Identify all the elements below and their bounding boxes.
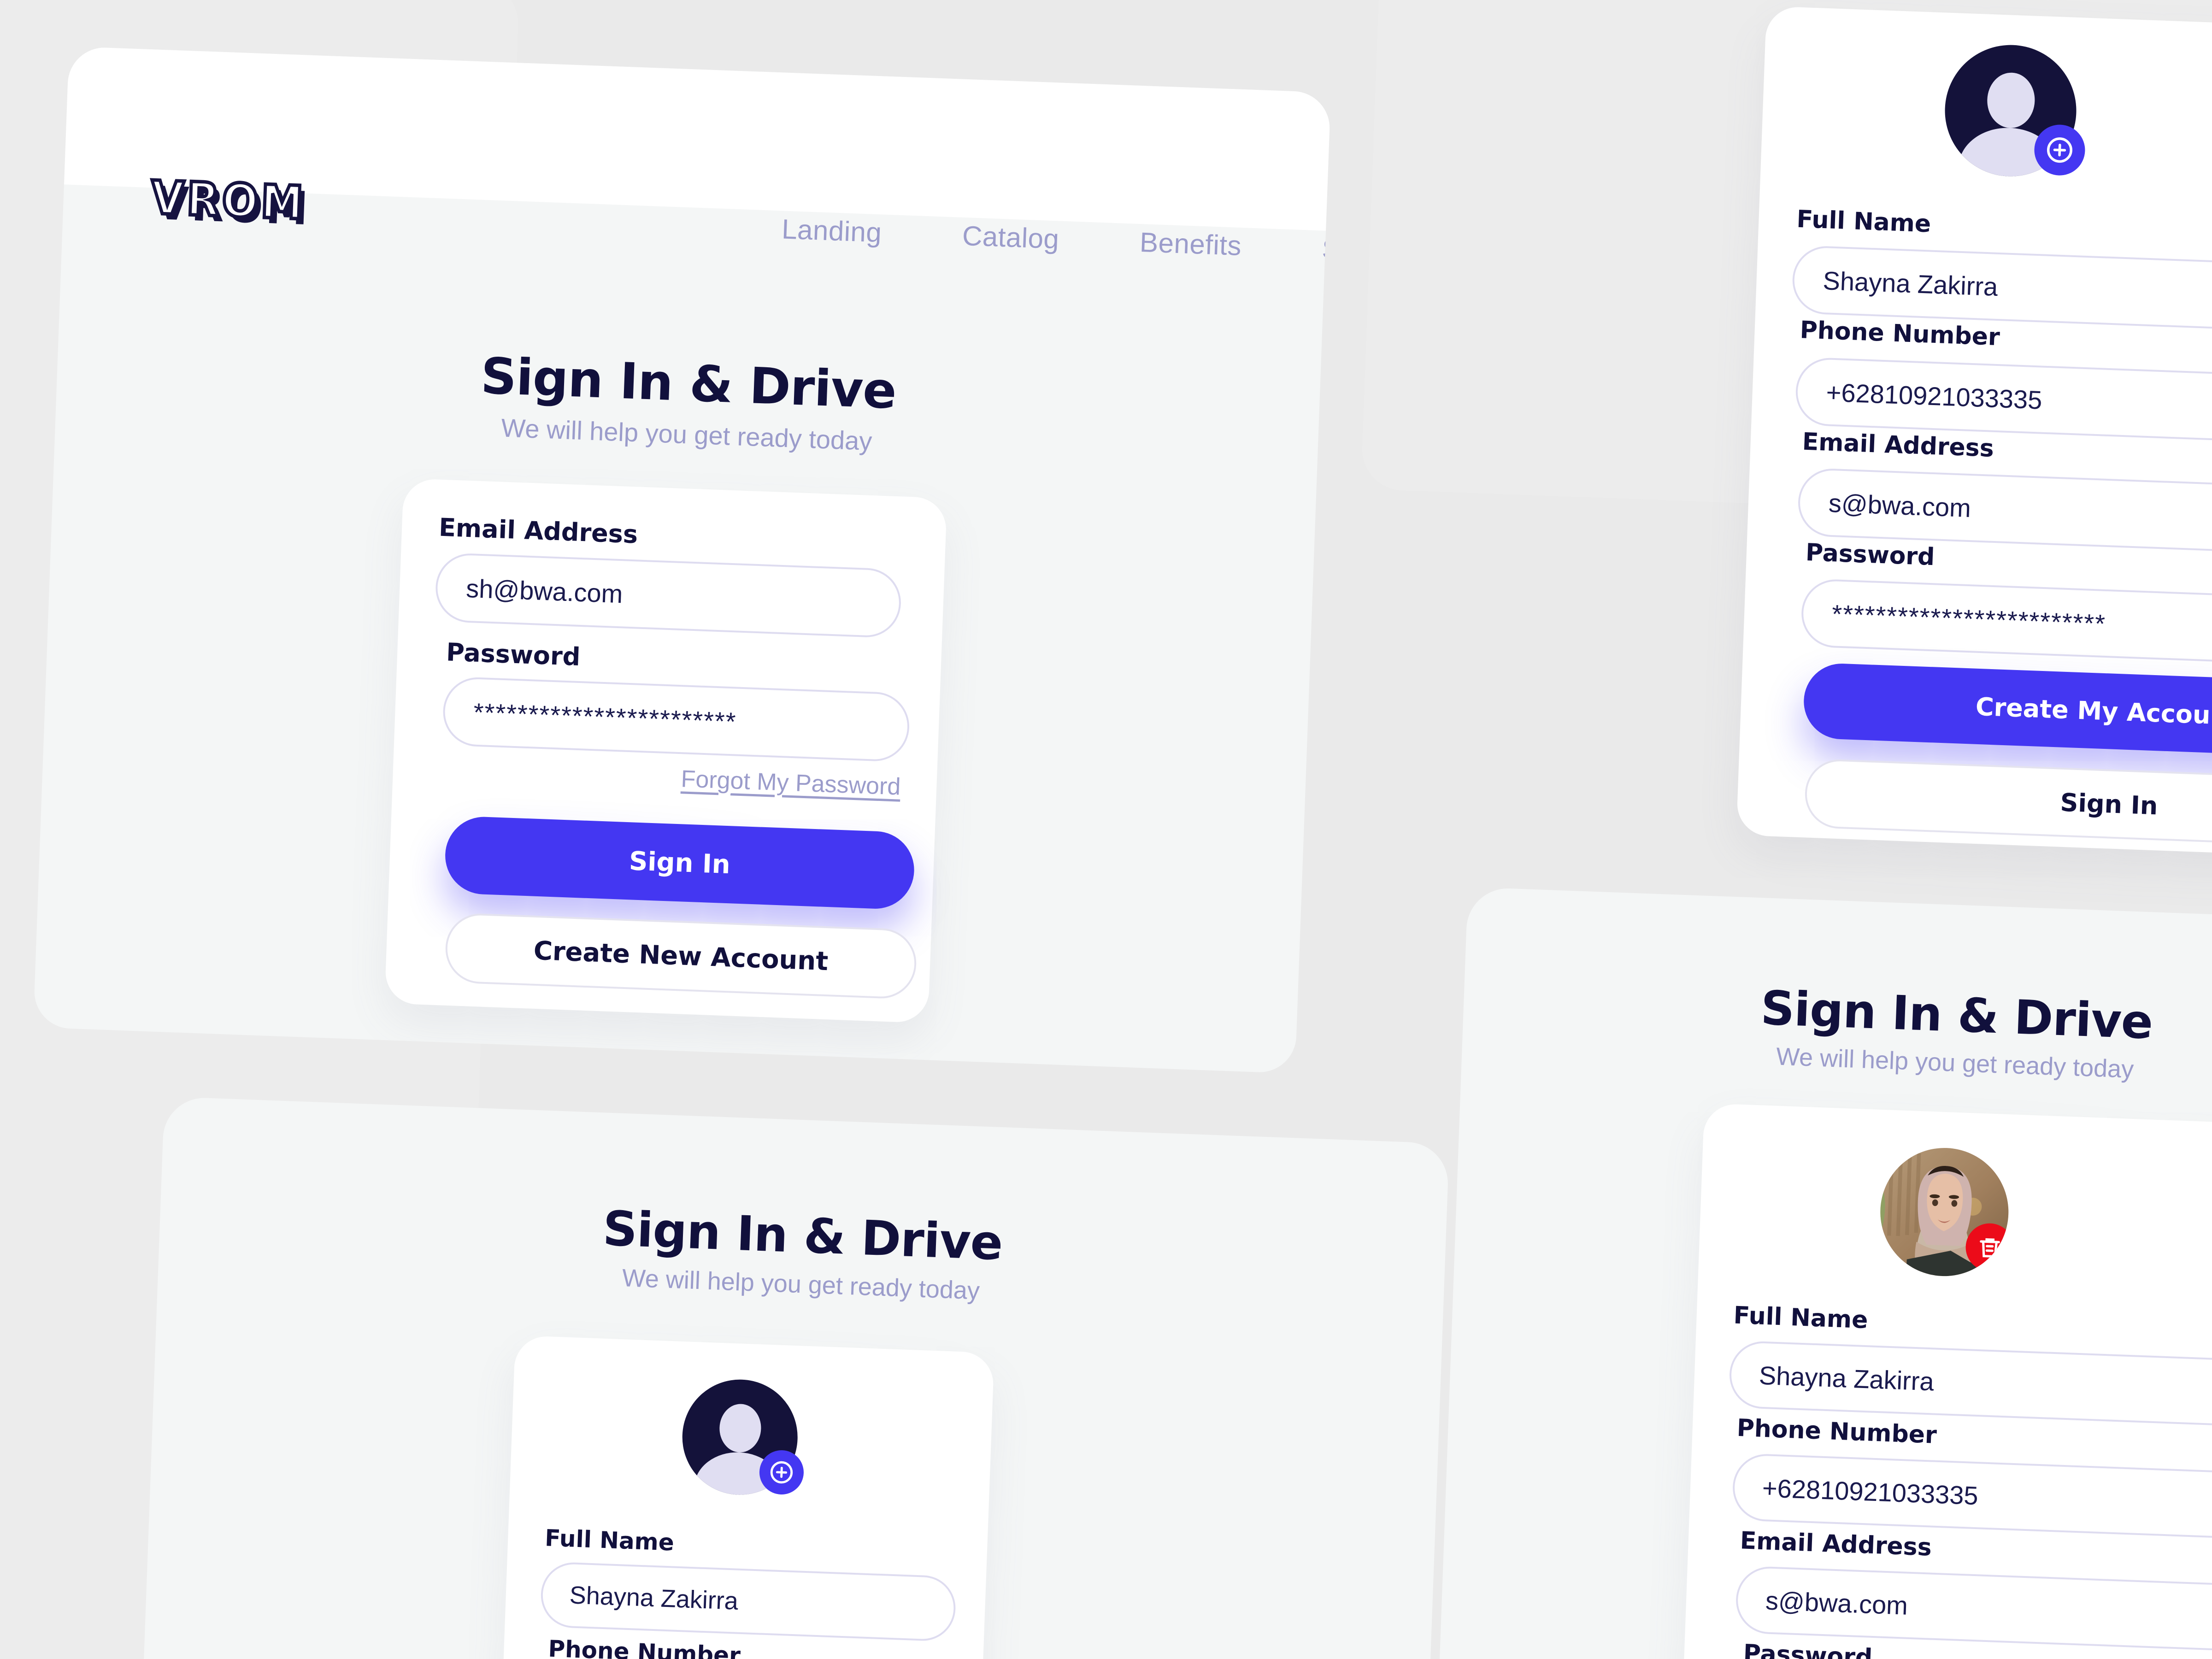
email-label: Email Address bbox=[1739, 1527, 1932, 1562]
signup-screen-bottom-right: Sign In & Drive We will help you get rea… bbox=[1436, 887, 2212, 1659]
nav-item-benefits[interactable]: Benefits bbox=[1139, 226, 1242, 262]
phone-label: Phone Number bbox=[1736, 1414, 1937, 1449]
password-label: Password bbox=[1805, 539, 1936, 571]
create-new-account-button[interactable]: Create New Account bbox=[444, 912, 918, 1000]
forgot-password-link[interactable]: Forgot My Password bbox=[681, 765, 901, 800]
avatar-head-shape bbox=[718, 1403, 762, 1453]
signup-card: Full Name Shayna Zakirra Phone Number +6… bbox=[494, 1335, 994, 1659]
avatar[interactable] bbox=[1878, 1146, 2011, 1279]
fullname-label: Full Name bbox=[1733, 1301, 1869, 1335]
email-input[interactable]: s@bwa.com bbox=[1735, 1565, 2212, 1655]
email-input[interactable]: sh@bwa.com bbox=[434, 552, 902, 639]
fullname-label: Full Name bbox=[1796, 205, 1932, 238]
screenshot-stage: VROM Landing Catalog Benefits Stories Ma… bbox=[0, 0, 2212, 1659]
sign-in-button[interactable]: Sign In bbox=[444, 815, 916, 910]
phone-input[interactable]: +62810921033335 bbox=[1731, 1453, 2212, 1542]
email-label: Email Address bbox=[438, 512, 639, 549]
fullname-input[interactable]: Shayna Zakirra bbox=[1728, 1340, 2212, 1430]
avatar bbox=[1942, 42, 2086, 179]
password-input[interactable]: ************************* bbox=[1800, 578, 2212, 669]
nav-item-landing[interactable]: Landing bbox=[781, 213, 882, 248]
signup-card-top-right: Full Name Shayna Zakirra Phone Number +6… bbox=[1736, 6, 2212, 860]
fullname-input[interactable]: Shayna Zakirra bbox=[540, 1561, 957, 1642]
sign-in-button[interactable]: Sign In bbox=[1804, 758, 2212, 850]
email-label: Email Address bbox=[1801, 428, 1994, 463]
signin-card: Email Address sh@bwa.com Password ******… bbox=[384, 478, 947, 1024]
avatar bbox=[680, 1377, 805, 1497]
signin-screen: VROM Landing Catalog Benefits Stories Ma… bbox=[33, 46, 1331, 1074]
password-input[interactable]: ************************ bbox=[441, 676, 911, 763]
avatar-head-shape bbox=[1986, 71, 2036, 129]
nav-item-catalog[interactable]: Catalog bbox=[962, 220, 1060, 255]
password-label: Password bbox=[446, 637, 581, 672]
vrom-logo[interactable]: VROM bbox=[148, 169, 308, 231]
password-label: Password bbox=[1742, 1639, 1873, 1659]
fullname-label: Full Name bbox=[544, 1524, 675, 1556]
create-my-account-button[interactable]: Create My Account bbox=[1802, 662, 2212, 760]
phone-label: Phone Number bbox=[547, 1635, 741, 1659]
nav-item-stories[interactable]: Stories bbox=[1322, 233, 1331, 268]
signup-screen-bottom-center: Sign In & Drive We will help you get rea… bbox=[141, 1096, 1449, 1659]
signup-card: Full Name Shayna Zakirra Phone Number +6… bbox=[1680, 1103, 2212, 1659]
phone-label: Phone Number bbox=[1799, 316, 2000, 352]
